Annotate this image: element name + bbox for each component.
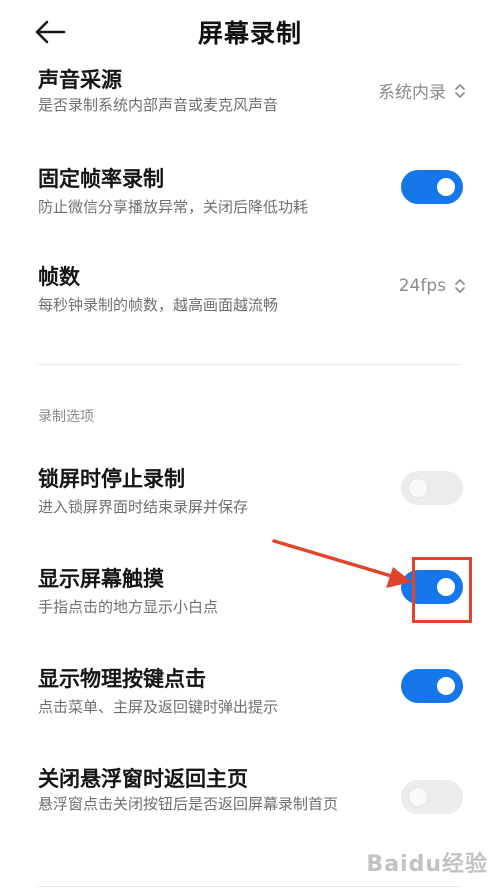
watermark: Baidu经验 — [366, 852, 488, 877]
annotation-arrow — [272, 539, 412, 588]
annotation-highlight-box — [412, 557, 472, 623]
